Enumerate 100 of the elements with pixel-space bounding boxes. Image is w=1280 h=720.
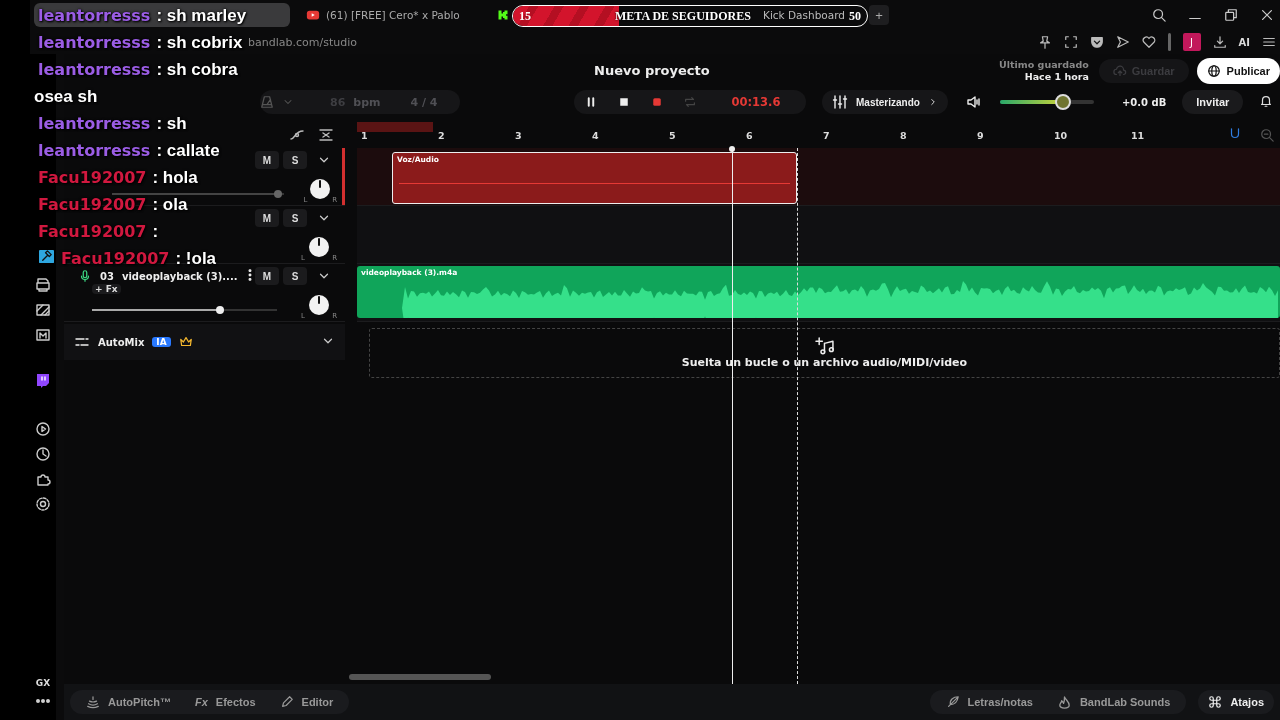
chat-username: Facu192007 <box>38 195 147 214</box>
solo-button[interactable]: S <box>283 209 307 227</box>
add-music-icon <box>813 337 836 355</box>
new-tab-button[interactable]: + <box>869 5 889 25</box>
chat-username: leantorresss <box>38 60 151 79</box>
restore-icon[interactable] <box>1224 8 1238 22</box>
toolbar-button[interactable]: AutoPitch™ <box>76 690 181 714</box>
toolbar-button[interactable]: BandLab Sounds <box>1046 690 1181 714</box>
stop-icon[interactable] <box>617 96 630 108</box>
toolbar-button[interactable]: Letras/notas <box>935 690 1043 714</box>
close-icon[interactable] <box>1260 8 1274 22</box>
browser-tab[interactable] <box>34 3 290 27</box>
heart-icon[interactable] <box>1141 35 1156 49</box>
search-icon[interactable] <box>1152 8 1166 22</box>
solo-button[interactable]: S <box>283 151 307 169</box>
playback-time: 00:13.6 <box>730 95 782 109</box>
chat-message: : <box>152 221 159 242</box>
tempo-unit: bpm <box>353 95 381 109</box>
shortcuts-button[interactable]: Atajos <box>1198 690 1274 714</box>
track-volume-slider[interactable] <box>92 308 277 311</box>
knob-icon[interactable] <box>308 293 330 316</box>
clock-icon[interactable] <box>35 446 51 462</box>
automix-label: AutoMix <box>98 336 145 348</box>
bar-number: 7 <box>822 129 831 141</box>
toolbar-button[interactable]: Editor <box>269 690 344 714</box>
crown-icon <box>178 335 193 349</box>
screenshot-icon[interactable] <box>1063 35 1078 49</box>
play-circle-icon[interactable] <box>35 421 51 437</box>
striped-panel-icon[interactable] <box>35 302 51 318</box>
bar-number: 8 <box>899 129 908 141</box>
profile-avatar[interactable]: J <box>1182 33 1201 51</box>
menu-icon[interactable] <box>1262 35 1276 49</box>
chat-username: Facu192007 <box>61 249 170 268</box>
record-icon[interactable] <box>650 96 663 108</box>
chat-bubble-icon[interactable] <box>35 373 51 389</box>
bar-number: 3 <box>514 129 523 141</box>
bar-number: 1 <box>360 129 369 141</box>
cloud-upload-icon <box>1112 64 1127 78</box>
ai-badge: IA <box>152 337 171 347</box>
chat-username: leantorresss <box>38 141 151 160</box>
bar-number: 4 <box>591 129 600 141</box>
knob-icon[interactable] <box>309 177 332 200</box>
more-icon[interactable] <box>35 696 51 706</box>
chat-message: : sh cobrix <box>156 32 243 53</box>
solo-button[interactable]: S <box>283 267 307 285</box>
bar-number: 6 <box>745 129 754 141</box>
bell-icon[interactable] <box>1259 93 1274 108</box>
letter-m-icon[interactable] <box>35 327 51 343</box>
microphone-icon <box>78 269 92 283</box>
automix-row[interactable]: AutoMix IA <box>64 324 345 360</box>
magnet-icon[interactable] <box>1228 127 1242 141</box>
download-icon[interactable] <box>1212 35 1227 49</box>
track-volume-slider[interactable] <box>112 192 284 195</box>
stacked-waves-icon <box>86 695 100 709</box>
mastering-button[interactable]: Masterizando <box>822 90 948 114</box>
kebab-menu-icon[interactable] <box>247 268 253 282</box>
last-saved-label: Último guardado <box>999 59 1089 71</box>
last-saved-time: Hace 1 hora <box>1024 71 1089 83</box>
letter-k-icon <box>497 9 509 21</box>
flame-icon <box>1056 694 1072 710</box>
knob-icon[interactable] <box>308 235 330 258</box>
bar-number: 10 <box>1053 129 1069 141</box>
chat-message: : sh cobra <box>156 59 238 80</box>
feather-icon <box>945 695 960 709</box>
bar-number: 11 <box>1130 129 1146 141</box>
command-key-icon <box>1208 695 1223 709</box>
publish-button[interactable]: Publicar <box>1196 58 1280 84</box>
add-fx-button[interactable]: + Fx <box>92 284 121 294</box>
project-title: Nuevo proyecto <box>594 63 710 78</box>
mute-button[interactable]: M <box>255 267 279 285</box>
speaker-icon[interactable] <box>965 94 982 110</box>
browser-tab[interactable]: (61) [FREE] Cero* x Pablo <box>296 3 486 27</box>
chat-username: leantorresss <box>38 6 151 25</box>
send-icon[interactable] <box>1115 35 1130 49</box>
ai-button[interactable]: AI <box>1238 36 1250 48</box>
node-curve-icon[interactable] <box>289 127 305 143</box>
address-bar-url[interactable]: bandlab.com/studio <box>248 35 357 49</box>
video-play-icon <box>306 8 320 22</box>
metronome-icon[interactable] <box>260 95 274 109</box>
invite-button[interactable]: Invitar <box>1182 90 1244 114</box>
settings-icon[interactable] <box>35 496 51 512</box>
zoom-out-icon[interactable] <box>1260 128 1274 142</box>
mute-button[interactable]: M <box>255 209 279 227</box>
mute-button[interactable]: M <box>255 151 279 169</box>
track-number: 03 <box>100 270 114 282</box>
toolbar-button[interactable]: Fx Efectos <box>184 690 266 714</box>
track-name[interactable]: videoplayback (3).... <box>121 270 238 282</box>
chat-message: : hola <box>152 167 198 188</box>
chat-username: Facu192007 <box>38 168 147 187</box>
collapse-tracks-icon[interactable] <box>317 127 335 143</box>
gx-label[interactable]: GX <box>35 678 51 688</box>
chat-message: : sh marley <box>156 5 247 26</box>
goal-current: 15 <box>519 8 531 24</box>
globe-icon <box>1206 64 1221 78</box>
chat-message: : sh <box>156 113 187 134</box>
printer-icon[interactable] <box>35 277 51 293</box>
track-lane[interactable] <box>357 206 1280 264</box>
horizontal-scrollbar[interactable] <box>349 674 491 680</box>
pin-icon[interactable] <box>1037 35 1052 49</box>
puzzle-icon[interactable] <box>35 471 51 487</box>
